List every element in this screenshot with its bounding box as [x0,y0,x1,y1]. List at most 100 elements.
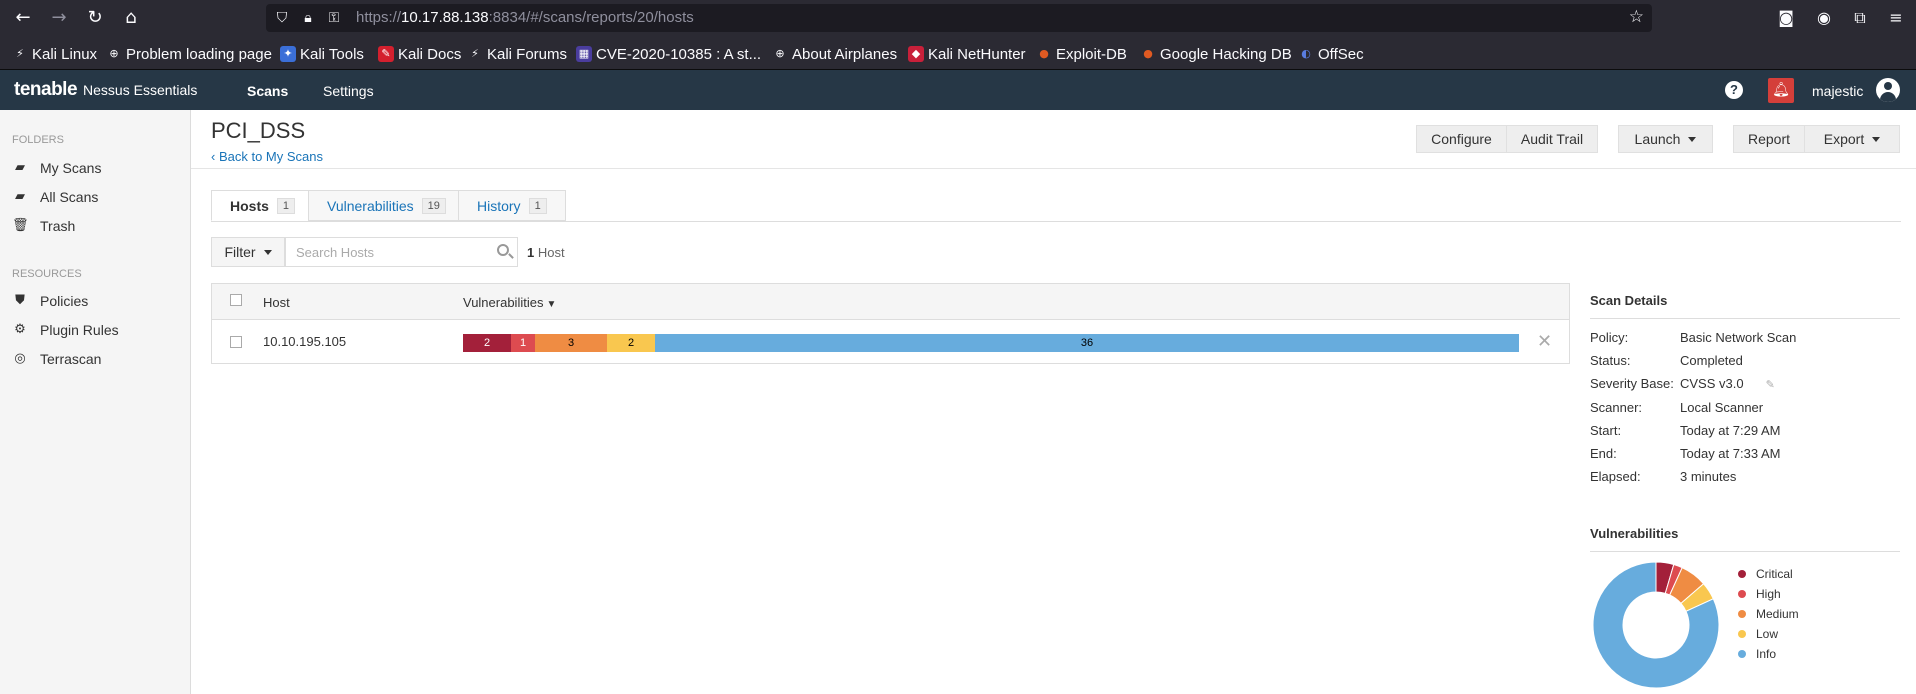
nav-settings[interactable]: Settings [323,83,374,99]
sidebar-item-label: Trash [40,218,76,234]
bookmark-exploit-db[interactable]: ● Exploit-DB [1036,44,1127,64]
notification-bell-icon[interactable]: 🔔︎ [1768,78,1794,103]
filter-label: Filter [224,244,256,260]
search-box [285,237,518,267]
back-to-my-scans-link[interactable]: ‹ Back to My Scans [211,149,323,164]
bookmark-label: Kali NetHunter [928,45,1026,63]
account-icon[interactable]: ◉ [1812,6,1836,30]
home-icon[interactable]: ⌂ [119,6,143,30]
bookmark-kali-tools[interactable]: ✦ Kali Tools [280,44,364,64]
detail-value: Today at 7:29 AM [1680,423,1781,438]
scan-details-title: Scan Details [1590,293,1668,308]
search-icon[interactable] [497,244,509,256]
report-button[interactable]: Report [1733,125,1805,153]
sidebar-item-plugin-rules[interactable]: ⚙ Plugin Rules [12,322,119,338]
url-text[interactable]: https://10.17.88.138:8834/#/scans/report… [356,9,694,26]
legend-dot [1738,590,1746,598]
tab-label: Hosts [230,197,269,214]
sort-desc-icon: ▼ [546,299,557,310]
reload-icon[interactable]: ↻ [83,6,107,30]
trash-icon: 🗑︎ [12,218,29,233]
launch-button[interactable]: Launch [1618,125,1713,153]
audit-trail-button[interactable]: Audit Trail [1506,125,1598,153]
tab-hosts[interactable]: Hosts 1 [211,190,315,221]
plugin-icon: ⚙ [14,322,26,337]
logo-product: Nessus Essentials [83,82,198,98]
sidebar-item-label: Policies [40,293,89,309]
report-label: Report [1747,131,1791,147]
legend-item-high[interactable]: High [1738,584,1799,604]
remove-row-icon[interactable]: ✕ [1537,331,1552,352]
severity-segment-critical[interactable]: 2 [463,334,511,352]
extensions-icon[interactable]: ⧉ [1848,6,1872,30]
forward-arrow-icon[interactable]: → [47,6,71,30]
legend-item-critical[interactable]: Critical [1738,564,1799,584]
bookmark-kali-forums[interactable]: ⚡ Kali Forums [467,44,567,64]
severity-bar[interactable]: 2 1 3 2 36 [463,334,1519,352]
tab-label: Vulnerabilities [327,197,414,214]
column-header-host[interactable]: Host [263,295,290,310]
tab-vulnerabilities[interactable]: Vulnerabilities 19 [308,190,465,221]
table-row[interactable]: 10.10.195.105 2 1 3 2 36 ✕ [212,321,1569,364]
detail-label: Start: [1590,423,1622,438]
detail-label: Status: [1590,353,1631,368]
sidebar-item-policies[interactable]: ⛊ Policies [12,293,88,309]
column-header-vulnerabilities[interactable]: Vulnerabilities ▼ [463,295,556,310]
severity-segment-high[interactable]: 1 [511,334,535,352]
lock-icon[interactable]: 🔒︎ [298,8,318,28]
legend-item-low[interactable]: Low [1738,624,1799,644]
username[interactable]: majestic [1812,83,1863,99]
bookmark-offsec[interactable]: ◐ OffSec [1298,44,1363,64]
legend-item-medium[interactable]: Medium [1738,604,1799,624]
back-link-label: Back to My Scans [218,149,323,164]
pocket-icon[interactable]: ◙ [1774,6,1798,30]
help-icon[interactable]: ? [1725,81,1743,99]
user-avatar-icon[interactable] [1876,78,1900,102]
severity-segment-low[interactable]: 2 [607,334,655,352]
back-arrow-icon[interactable]: ← [11,6,35,30]
row-checkbox[interactable] [230,336,242,348]
globe-icon: ⊕ [109,47,119,60]
url-bar[interactable]: ⛉ 🔒︎ ⚿ https://10.17.88.138:8834/#/scans… [266,4,1652,32]
severity-segment-medium[interactable]: 3 [535,334,607,352]
nav-scans[interactable]: Scans [247,83,288,99]
configure-button[interactable]: Configure [1416,125,1507,153]
tracking-shield-icon[interactable]: ⛉ [272,8,292,28]
severity-segment-info[interactable]: 36 [655,334,1519,352]
sidebar-item-all-scans[interactable]: ▰ All Scans [12,189,98,205]
host-ip[interactable]: 10.10.195.105 [263,334,346,349]
export-button[interactable]: Export [1804,125,1900,153]
bookmark-about-airplanes[interactable]: ⊕ About Airplanes [772,44,897,64]
sidebar-item-label: Plugin Rules [40,322,119,338]
menu-icon[interactable]: ≡ [1884,6,1908,30]
tab-count-badge: 1 [528,197,547,214]
filter-button[interactable]: Filter [211,237,285,267]
chevron-down-icon [1688,136,1697,142]
detail-status: Status: Completed [1590,353,1743,368]
sidebar-item-terrascan[interactable]: ◎ Terrascan [12,351,101,367]
key-icon[interactable]: ⚿ [324,8,344,28]
search-hosts-input[interactable] [286,238,486,266]
bookmark-label: Kali Linux [32,45,98,63]
nessus-logo[interactable]: tenable Nessus Essentials [14,79,197,101]
bookmark-star-icon[interactable]: ☆ [1629,7,1644,27]
sidebar: FOLDERS ▰ My Scans ▰ All Scans 🗑︎ Trash RES… [0,110,191,694]
bookmark-kali-nethunter[interactable]: ◆ Kali NetHunter [908,44,1026,64]
cve-icon: ▦ [576,46,592,62]
tab-history[interactable]: History 1 [458,190,566,221]
bookmark-kali-docs[interactable]: ✎ Kali Docs [378,44,461,64]
bookmark-problem-loading[interactable]: ⊕ Problem loading page [106,44,272,64]
vulnerability-donut-chart[interactable] [1592,561,1720,689]
legend-label: Info [1756,647,1777,661]
select-all-checkbox[interactable] [230,294,242,306]
sidebar-item-label: All Scans [40,189,99,205]
bookmark-kali-linux[interactable]: ⚡ Kali Linux [12,44,97,64]
detail-value: Today at 7:33 AM [1680,446,1781,461]
sidebar-item-my-scans[interactable]: ▰ My Scans [12,160,101,176]
detail-value: Completed [1680,353,1743,368]
bookmark-ghdb[interactable]: ● Google Hacking DB [1140,44,1292,64]
sidebar-item-trash[interactable]: 🗑︎ Trash [12,218,75,234]
bookmark-cve[interactable]: ▦ CVE-2020-10385 : A st... [576,44,761,64]
legend-item-info[interactable]: Info [1738,644,1799,664]
edit-pencil-icon[interactable]: ✎ [1766,378,1775,391]
